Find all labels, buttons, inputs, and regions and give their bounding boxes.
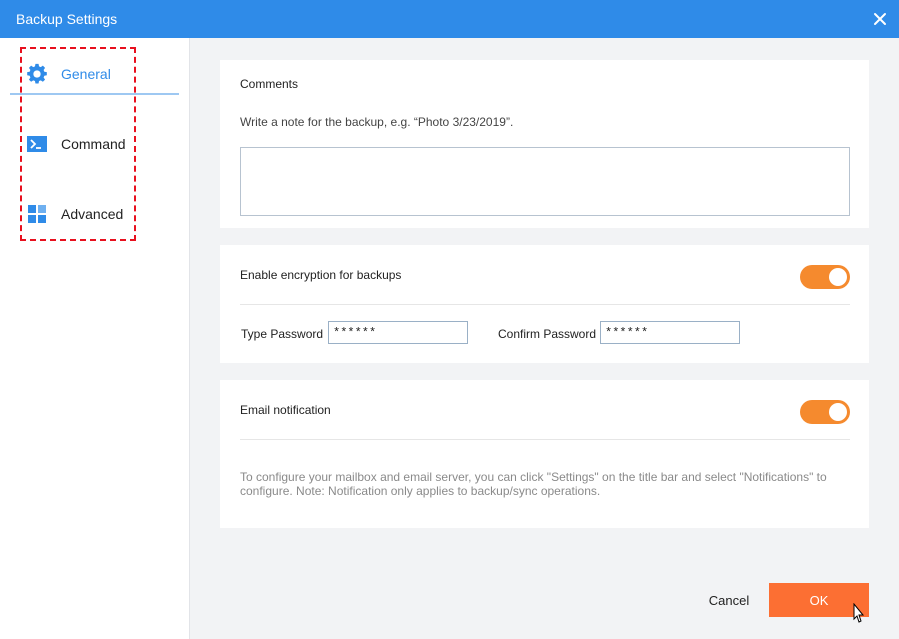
- sidebar: General Command Advanced: [0, 38, 190, 639]
- close-icon[interactable]: [869, 8, 891, 30]
- type-password-label: Type Password: [241, 327, 324, 341]
- confirm-password-label: Confirm Password: [498, 327, 597, 341]
- encryption-toggle[interactable]: [800, 265, 850, 289]
- email-hint: To configure your mailbox and email serv…: [240, 470, 827, 498]
- cancel-button[interactable]: Cancel: [700, 588, 758, 612]
- divider: [240, 439, 850, 440]
- email-label: Email notification: [240, 403, 331, 417]
- confirm-password-input[interactable]: [600, 321, 740, 344]
- comments-hint: Write a note for the backup, e.g. “Photo…: [240, 115, 514, 129]
- mouse-cursor-icon: [853, 603, 865, 623]
- comments-card: Comments Write a note for the backup, e.…: [220, 60, 869, 228]
- type-password-input[interactable]: [328, 321, 468, 344]
- comments-input[interactable]: [240, 147, 850, 216]
- highlight-annotation: [20, 47, 136, 241]
- toggle-knob: [829, 268, 847, 286]
- email-card: Email notification To configure your mai…: [220, 380, 869, 528]
- window-title: Backup Settings: [16, 11, 118, 27]
- comments-heading: Comments: [240, 77, 299, 91]
- toggle-knob: [829, 403, 847, 421]
- encryption-card: Enable encryption for backups Type Passw…: [220, 245, 869, 363]
- title-bar: Backup Settings: [0, 0, 899, 38]
- encryption-label: Enable encryption for backups: [240, 268, 402, 282]
- divider: [240, 304, 850, 305]
- email-toggle[interactable]: [800, 400, 850, 424]
